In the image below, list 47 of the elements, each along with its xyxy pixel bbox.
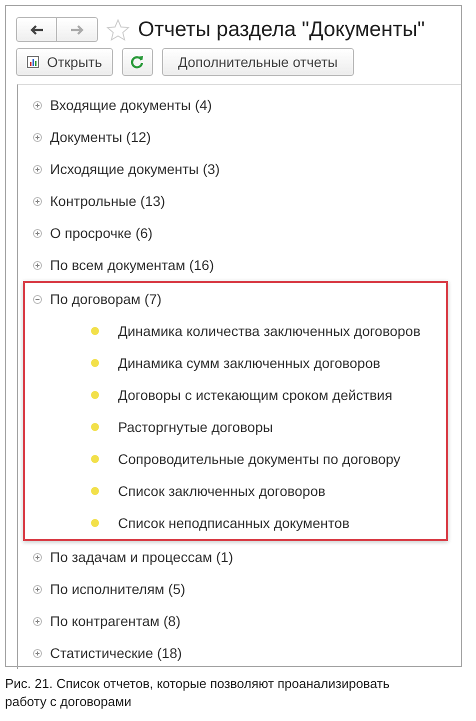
group-label[interactable]: По исполнителям (5): [50, 581, 186, 597]
report-item[interactable]: Сопроводительные документы по договору: [118, 451, 400, 467]
report-item[interactable]: Расторгнутые договоры: [118, 419, 273, 435]
expand-icon[interactable]: [33, 228, 42, 238]
report-item[interactable]: Список неподписанных документов: [118, 515, 350, 531]
group-label[interactable]: Контрольные (13): [50, 193, 166, 209]
back-arrow-icon: [30, 24, 44, 34]
expand-icon[interactable]: [33, 164, 42, 174]
report-item[interactable]: Динамика количества заключенных договоров: [118, 323, 421, 339]
group-label[interactable]: Статистические (18): [50, 645, 182, 661]
report-dot-icon: [91, 359, 99, 367]
refresh-button[interactable]: [122, 48, 153, 76]
report-item[interactable]: Динамика сумм заключенных договоров: [118, 355, 380, 371]
collapse-icon[interactable]: [33, 294, 42, 304]
group-label[interactable]: Исходящие документы (3): [50, 161, 220, 177]
expand-icon[interactable]: [33, 552, 42, 562]
expand-icon[interactable]: [33, 196, 42, 206]
report-dot-icon: [91, 455, 99, 463]
expand-icon[interactable]: [33, 584, 42, 594]
report-dot-icon: [91, 519, 99, 527]
expand-icon[interactable]: [33, 260, 42, 270]
report-dot-icon: [91, 487, 99, 495]
report-item[interactable]: Список заключенных договоров: [118, 483, 326, 499]
report-icon: [27, 56, 39, 68]
figure-caption: Рис. 21. Список отчетов, которые позволяют проанализировать работу с договорами: [5, 675, 391, 711]
group-label[interactable]: По всем документам (16): [50, 257, 214, 273]
group-label[interactable]: По контрагентам (8): [50, 613, 181, 629]
group-label[interactable]: По договорам (7): [50, 291, 162, 307]
expand-icon[interactable]: [33, 616, 42, 626]
back-button[interactable]: [16, 17, 57, 42]
report-dot-icon: [91, 391, 99, 399]
expand-icon[interactable]: [33, 100, 42, 110]
open-button[interactable]: Открыть: [16, 48, 113, 76]
expand-icon[interactable]: [33, 132, 42, 142]
report-dot-icon: [91, 423, 99, 431]
refresh-icon: [130, 55, 144, 69]
group-label[interactable]: По задачам и процессам (1): [50, 549, 234, 565]
expand-icon[interactable]: [33, 648, 42, 658]
group-label[interactable]: Входящие документы (4): [50, 97, 212, 113]
window-title: Отчеты раздела "Документы": [138, 18, 425, 42]
group-label[interactable]: Документы (12): [50, 129, 151, 145]
group-label[interactable]: О просрочке (6): [50, 225, 153, 241]
forward-arrow-icon: [70, 24, 84, 34]
report-item[interactable]: Договоры с истекающим сроком действия: [118, 387, 392, 403]
star-icon[interactable]: [106, 18, 130, 42]
report-dot-icon: [91, 327, 99, 335]
additional-reports-button[interactable]: Дополнительные отчеты: [162, 48, 354, 76]
